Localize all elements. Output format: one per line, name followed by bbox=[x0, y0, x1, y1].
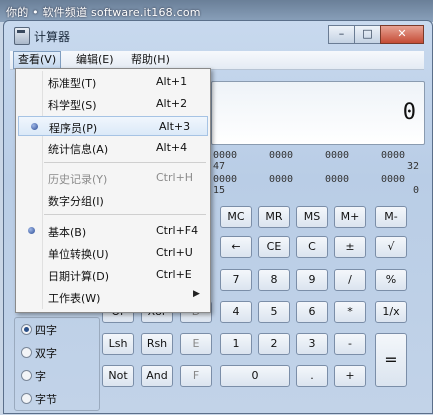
radio-icon bbox=[21, 347, 32, 358]
maximize-button[interactable]: □ bbox=[354, 25, 381, 44]
digit-0-button[interactable]: 0 bbox=[220, 365, 290, 387]
equals-button[interactable]: = bbox=[375, 333, 407, 387]
watermark-bar: 你的 • 软件频道 software.it168.com bbox=[0, 0, 433, 22]
menu-edit[interactable]: 编辑(E) bbox=[72, 52, 118, 68]
radio-qword[interactable]: 四字 bbox=[21, 322, 57, 338]
menu-separator bbox=[44, 162, 206, 163]
bit-group[interactable]: 0000 bbox=[381, 150, 405, 161]
bit-group[interactable]: 0000 bbox=[269, 174, 293, 185]
title-bar[interactable]: 计算器 – □ ✕ bbox=[4, 21, 432, 49]
menu-view[interactable]: 查看(V) bbox=[13, 51, 62, 69]
m-plus-button[interactable]: M+ bbox=[334, 206, 366, 228]
plus-button[interactable]: + bbox=[334, 365, 366, 387]
digit-3-button[interactable]: 3 bbox=[296, 333, 328, 355]
view-menu-dropdown: 标准型(T) Alt+1 科学型(S) Alt+2 程序员(P) Alt+3 统… bbox=[15, 68, 211, 313]
hex-f-button[interactable]: F bbox=[180, 365, 212, 387]
close-button[interactable]: ✕ bbox=[380, 25, 424, 44]
digit-1-button[interactable]: 1 bbox=[220, 333, 252, 355]
digit-5-button[interactable]: 5 bbox=[258, 301, 290, 323]
window-controls: – □ ✕ bbox=[328, 25, 424, 44]
digit-8-button[interactable]: 8 bbox=[258, 269, 290, 291]
menu-item-digit-grouping[interactable]: 数字分组(I) bbox=[16, 190, 210, 210]
bit-index: 15 bbox=[213, 185, 226, 196]
percent-button[interactable]: % bbox=[375, 269, 407, 291]
menu-item-unit-conversion[interactable]: 单位转换(U) Ctrl+U bbox=[16, 243, 210, 263]
radio-icon bbox=[21, 370, 32, 381]
minus-button[interactable]: - bbox=[334, 333, 366, 355]
not-button[interactable]: Not bbox=[102, 365, 134, 387]
decimal-button[interactable]: . bbox=[296, 365, 328, 387]
divide-button[interactable]: / bbox=[334, 269, 366, 291]
digit-7-button[interactable]: 7 bbox=[220, 269, 252, 291]
multiply-button[interactable]: * bbox=[334, 301, 366, 323]
bit-group[interactable]: 0000 bbox=[325, 174, 349, 185]
word-size-group: 四字 双字 字 字节 bbox=[14, 317, 100, 411]
ms-button[interactable]: MS bbox=[296, 206, 328, 228]
bit-group[interactable]: 0000 bbox=[325, 150, 349, 161]
menu-item-date-calculation[interactable]: 日期计算(D) Ctrl+E bbox=[16, 265, 210, 285]
watermark-text: 你的 • 软件频道 software.it168.com bbox=[6, 6, 201, 19]
digit-4-button[interactable]: 4 bbox=[220, 301, 252, 323]
digit-2-button[interactable]: 2 bbox=[258, 333, 290, 355]
bit-index: 32 bbox=[407, 161, 420, 172]
mr-button[interactable]: MR bbox=[258, 206, 290, 228]
digit-9-button[interactable]: 9 bbox=[296, 269, 328, 291]
bit-group[interactable]: 0000 bbox=[213, 150, 237, 161]
radio-selected-icon bbox=[21, 324, 32, 335]
menu-item-basic[interactable]: 基本(B) Ctrl+F4 bbox=[16, 221, 210, 241]
reciprocal-button[interactable]: 1/x bbox=[375, 301, 407, 323]
selected-bullet-icon bbox=[31, 123, 38, 130]
sqrt-button[interactable]: √ bbox=[375, 236, 407, 258]
radio-label: 双字 bbox=[35, 347, 57, 360]
lsh-button[interactable]: Lsh bbox=[102, 333, 134, 355]
selected-bullet-icon bbox=[28, 227, 35, 234]
bit-index: 0 bbox=[413, 185, 420, 196]
display: 0 bbox=[211, 81, 425, 145]
menu-item-scientific[interactable]: 科学型(S) Alt+2 bbox=[16, 94, 210, 114]
bit-display: 0000 0000 0000 0000 47 32 0000 0000 0000… bbox=[211, 148, 423, 196]
minimize-button[interactable]: – bbox=[328, 25, 355, 44]
and-button[interactable]: And bbox=[141, 365, 173, 387]
m-minus-button[interactable]: M- bbox=[375, 206, 407, 228]
backspace-button[interactable]: ← bbox=[220, 236, 252, 258]
menu-item-programmer[interactable]: 程序员(P) Alt+3 bbox=[18, 116, 208, 136]
menu-item-worksheets[interactable]: 工作表(W) ▶ bbox=[16, 287, 210, 307]
digit-6-button[interactable]: 6 bbox=[296, 301, 328, 323]
menu-item-statistics[interactable]: 统计信息(A) Alt+4 bbox=[16, 138, 210, 158]
menu-help[interactable]: 帮助(H) bbox=[127, 52, 174, 68]
radio-byte[interactable]: 字节 bbox=[21, 391, 57, 407]
hex-e-button[interactable]: E bbox=[180, 333, 212, 355]
bit-group[interactable]: 0000 bbox=[213, 174, 237, 185]
calculator-icon bbox=[14, 27, 30, 45]
window-title: 计算器 bbox=[34, 30, 71, 44]
display-value: 0 bbox=[402, 100, 416, 125]
c-button[interactable]: C bbox=[296, 236, 328, 258]
radio-label: 字 bbox=[35, 370, 46, 383]
mc-button[interactable]: MC bbox=[220, 206, 252, 228]
submenu-arrow-icon: ▶ bbox=[193, 289, 200, 299]
plus-minus-button[interactable]: ± bbox=[334, 236, 366, 258]
bit-group[interactable]: 0000 bbox=[269, 150, 293, 161]
menu-item-standard[interactable]: 标准型(T) Alt+1 bbox=[16, 72, 210, 92]
bit-index: 47 bbox=[213, 161, 226, 172]
radio-word[interactable]: 字 bbox=[21, 368, 46, 384]
menu-separator bbox=[44, 214, 206, 215]
radio-dword[interactable]: 双字 bbox=[21, 345, 57, 361]
rsh-button[interactable]: Rsh bbox=[141, 333, 173, 355]
radio-label: 四字 bbox=[35, 324, 57, 337]
menu-item-history[interactable]: 历史记录(Y) Ctrl+H bbox=[16, 168, 210, 188]
radio-icon bbox=[21, 393, 32, 404]
radio-label: 字节 bbox=[35, 393, 57, 406]
ce-button[interactable]: CE bbox=[258, 236, 290, 258]
bit-group[interactable]: 0000 bbox=[381, 174, 405, 185]
